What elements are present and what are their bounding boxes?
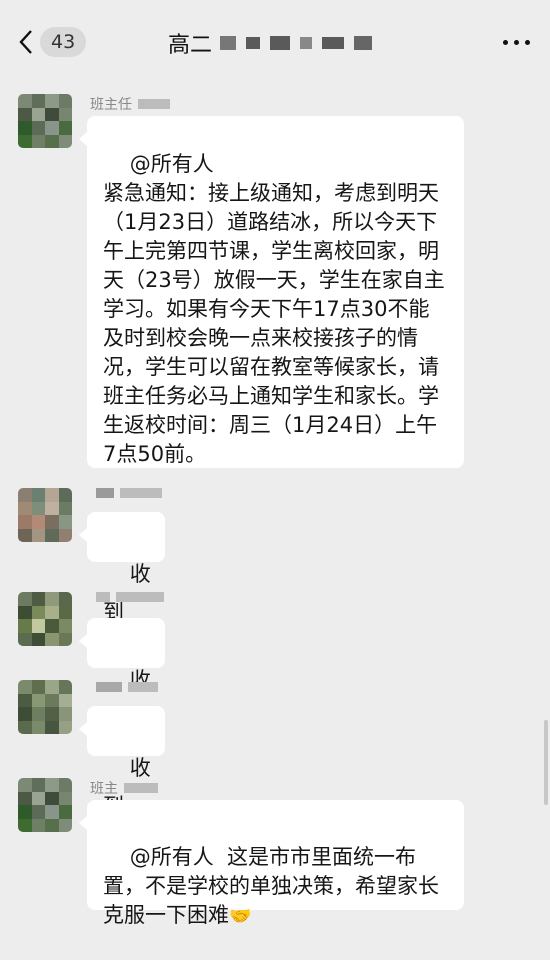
sender-name [90, 488, 162, 498]
title-mosaic [220, 36, 373, 50]
name-mosaic [96, 488, 114, 498]
more-options-button[interactable] [503, 40, 530, 45]
name-mosaic [96, 682, 122, 692]
sender-name: 班主任 [90, 94, 170, 114]
name-mosaic [138, 99, 170, 109]
chat-header: 43 高二 [0, 0, 550, 84]
avatar[interactable] [18, 488, 72, 542]
sender-name [90, 592, 164, 602]
handshake-emoji-icon: 🤝 [229, 906, 252, 927]
chat-title-text: 高二 [168, 33, 213, 58]
name-mosaic [124, 783, 158, 793]
avatar[interactable] [18, 94, 72, 148]
dot-icon [525, 40, 530, 45]
dot-icon [514, 40, 519, 45]
dot-icon [503, 40, 508, 45]
avatar[interactable] [18, 778, 72, 832]
name-mosaic [96, 592, 110, 602]
scrollbar[interactable] [544, 720, 548, 805]
message-bubble[interactable]: 收到 [79, 618, 165, 730]
avatar[interactable] [18, 680, 72, 734]
message-bubble[interactable]: 收到 [79, 706, 165, 818]
sender-name [90, 682, 158, 692]
chevron-left-icon [19, 30, 32, 54]
message-text: @所有人 紧急通知：接上级通知，考虑到明天（1月23日）道路结冰，所以今天下午上… [103, 152, 445, 466]
sender-name: 班主 [90, 778, 158, 798]
name-mosaic [116, 592, 164, 602]
back-button[interactable]: 43 [18, 26, 87, 58]
unread-count-badge: 43 [40, 27, 87, 57]
name-mosaic [120, 488, 162, 498]
avatar[interactable] [18, 592, 72, 646]
message-bubble[interactable]: 收到 [79, 512, 165, 624]
name-mosaic [128, 682, 158, 692]
message-bubble[interactable]: @所有人 这是市市里面统一布置，不是学校的单独决策，希望家长克服一下困难🤝 [79, 800, 464, 927]
message-bubble[interactable]: @所有人 紧急通知：接上级通知，考虑到明天（1月23日）道路结冰，所以今天下午上… [79, 116, 464, 468]
chat-title: 高二 [168, 27, 373, 59]
message-text: @所有人 这是市市里面统一布置，不是学校的单独决策，希望家长克服一下困难 [103, 845, 439, 927]
